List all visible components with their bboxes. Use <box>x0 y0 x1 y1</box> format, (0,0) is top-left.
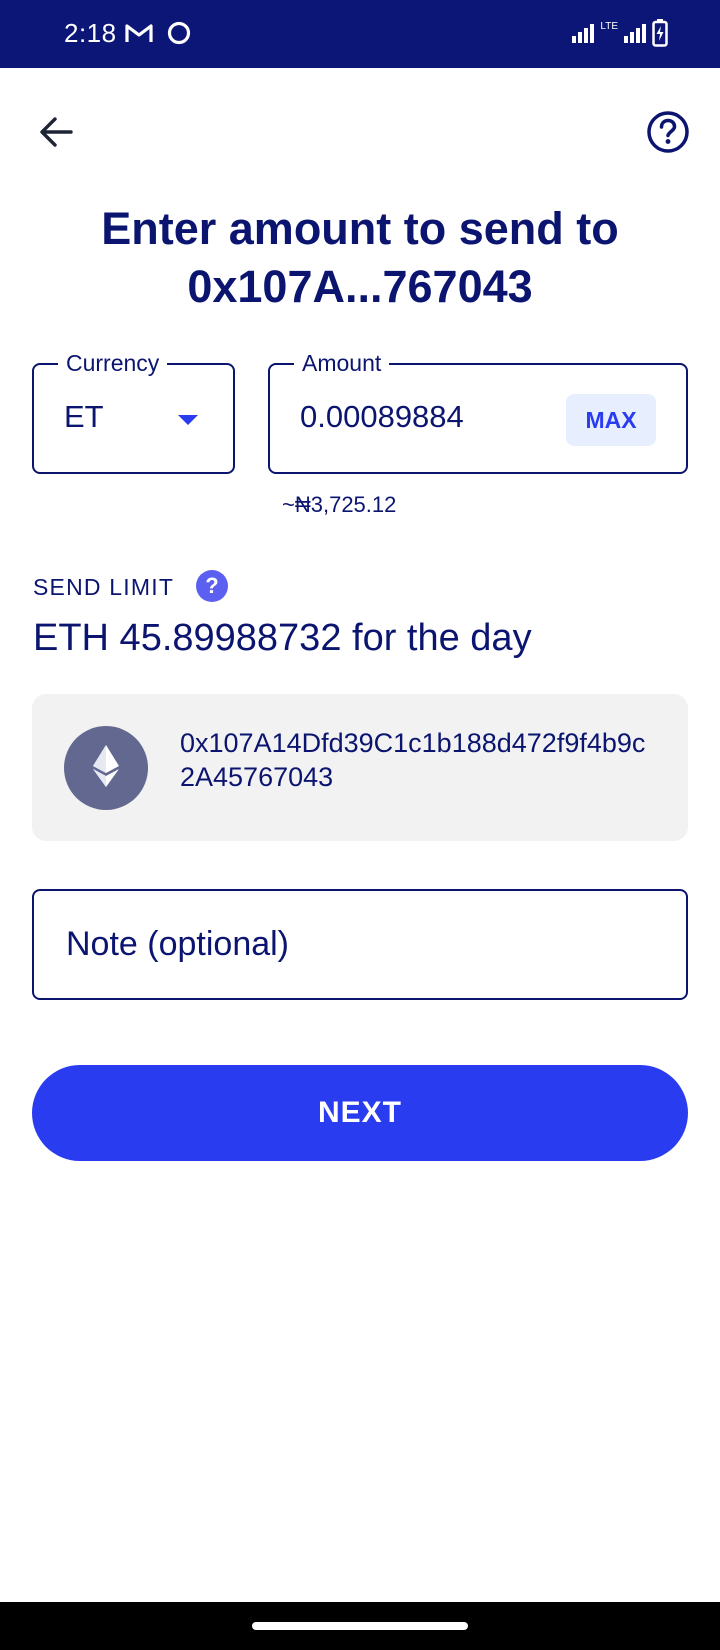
recipient-card: 0x107A14Dfd39C1c1b188d472f9f4b9c2A457670… <box>32 694 688 841</box>
amount-input[interactable] <box>300 395 550 439</box>
signal-icon <box>572 23 595 48</box>
circle-icon <box>166 20 192 51</box>
send-limit-label: SEND LIMIT <box>33 574 175 600</box>
caret-down-icon <box>178 415 198 425</box>
question-icon[interactable]: ? <box>196 570 228 602</box>
fiat-estimate: ~₦3,725.12 <box>282 492 397 517</box>
send-limit-value: ETH 45.89988732 for the day <box>33 617 532 659</box>
status-time: 2:18 <box>64 18 117 48</box>
note-input[interactable] <box>66 919 656 969</box>
amount-label: Amount <box>294 349 390 377</box>
amount-field: Amount MAX <box>268 349 688 474</box>
currency-select[interactable]: Currency ET <box>32 349 235 474</box>
gmail-icon <box>124 21 154 50</box>
status-icons-left <box>124 20 192 50</box>
system-nav-bar <box>0 1602 720 1650</box>
home-indicator[interactable] <box>252 1622 468 1630</box>
back-button[interactable] <box>32 110 80 158</box>
ethereum-icon <box>91 744 121 793</box>
currency-value: ET <box>64 399 104 434</box>
lte-icon: LTE <box>600 21 618 32</box>
recipient-address: 0x107A14Dfd39C1c1b188d472f9f4b9c2A457670… <box>180 728 646 792</box>
signal-icon <box>624 23 646 48</box>
note-field <box>32 889 688 1000</box>
status-icons-right: LTE <box>572 18 668 52</box>
help-button[interactable] <box>642 108 694 160</box>
question-circle-icon <box>646 110 690 159</box>
ethereum-avatar <box>64 726 148 810</box>
page-title: Enter amount to send to 0x107A...767043 <box>101 203 619 312</box>
arrow-left-icon <box>38 116 74 153</box>
status-bar: 2:18 LTE <box>0 0 720 68</box>
battery-charging-icon <box>652 18 668 52</box>
max-button[interactable]: MAX <box>566 394 656 446</box>
top-nav <box>0 68 720 198</box>
currency-label: Currency <box>58 349 168 377</box>
next-button[interactable]: NEXT <box>32 1065 688 1161</box>
